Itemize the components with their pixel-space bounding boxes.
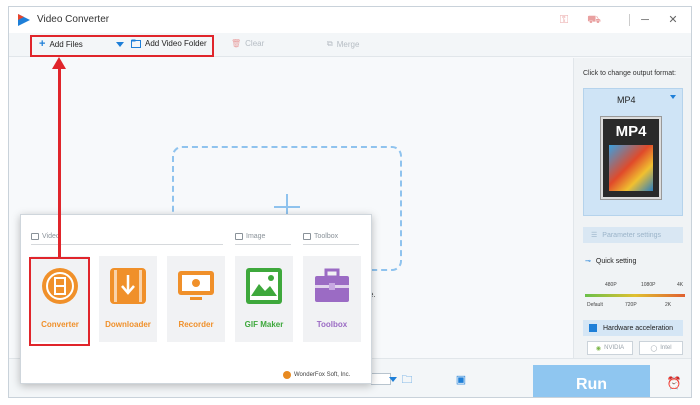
toolbox-tile[interactable]: Toolbox [303,256,361,342]
run-button[interactable]: Run [533,365,650,397]
quality-slider[interactable] [585,294,685,297]
section-toolbox-label: Toolbox [314,233,339,240]
quick-setting-icon: ⊸ [585,258,591,265]
highlight-converter-tile [29,257,90,346]
alarm-clock-icon[interactable]: ⏰ [666,376,682,390]
output-format-name: MP4 [617,95,636,105]
mp4-format-icon: MP4 [601,117,661,199]
recorder-label: Recorder [178,320,214,329]
drop-plus-icon-bar [274,206,300,208]
annotation-arrow [58,66,61,258]
output-folder-dropdown-icon[interactable] [389,377,397,382]
parameter-settings-button[interactable]: ☰ Parameter settings [583,227,683,243]
output-folder-select[interactable] [371,373,391,385]
nvidia-label: NVIDIA [604,345,625,351]
hardware-acceleration-toggle[interactable]: Hardware acceleration [583,320,683,336]
image-section-icon [235,233,243,240]
tick-720p: 720P [625,302,637,308]
section-video: Video [31,233,60,240]
intel-icon: ◯ [650,345,658,352]
toolbox-icon [315,268,349,302]
intel-chip[interactable]: ◯ Intel [639,341,683,355]
vendor-credit-label: WonderFox Soft, Inc. [294,372,351,378]
minimize-icon[interactable]: ─ [637,12,653,28]
gif-maker-tile[interactable]: GIF Maker [235,256,293,342]
section-toolbox: Toolbox [303,233,338,240]
tick-default: Default [587,302,603,308]
gif-maker-label: GIF Maker [244,320,284,329]
quick-setting: ⊸ Quick setting [585,257,637,266]
vendor-credit: WonderFox Soft, Inc. [283,371,350,379]
mp4-icon-text: MP4 [615,123,647,140]
tick-480p: 480P [605,282,617,288]
annotation-arrow-head [52,57,66,69]
trash-icon: 🗑 [231,39,242,48]
merge-button[interactable]: ⧉ Merge [327,39,359,49]
downloader-icon [110,268,146,304]
clear-label: Clear [245,39,265,48]
cart-icon[interactable]: ⛟ [587,13,601,27]
nvidia-chip[interactable]: ◉ NVIDIA [587,341,633,355]
open-folder-icon[interactable]: 🗀 [399,373,415,387]
mp4-film-art [609,145,653,191]
video-section-icon [31,233,39,240]
nvidia-icon: ◉ [595,345,602,352]
merge-label: Merge [336,39,360,49]
app-title: Video Converter [37,14,110,25]
quick-setting-label: Quick setting [595,257,637,265]
section-toolbox-divider [303,244,359,245]
checkbox-icon [589,324,597,332]
toolbox-section-icon [303,233,311,240]
film-folder-icon[interactable]: ▣ [453,373,469,387]
downloader-tile[interactable]: Downloader [99,256,157,342]
parameter-settings-label: Parameter settings [602,231,662,239]
title-bar: Video Converter ⚿ ⛟ ─ ✕ [9,7,691,33]
highlight-add-files-area [30,35,214,57]
close-icon[interactable]: ✕ [665,12,681,28]
tick-2k: 2K [665,302,672,308]
app-logo-icon [18,14,30,26]
wonderfox-logo-icon [283,371,291,379]
tick-4k: 4K [677,282,684,288]
section-image-divider [235,244,291,245]
sliders-icon: ☰ [591,232,598,239]
toolbox-label: Toolbox [316,320,348,329]
tick-1080p: 1080P [641,282,656,288]
gif-maker-icon [246,268,282,304]
recorder-icon [178,271,214,300]
merge-icon: ⧉ [327,39,333,48]
output-format-label: Click to change output format: [583,70,676,77]
hardware-acceleration-label: Hardware acceleration [603,324,674,332]
format-dropdown-icon[interactable] [670,95,676,99]
key-icon[interactable]: ⚿ [557,13,571,27]
title-separator [629,14,630,26]
recorder-tile[interactable]: Recorder [167,256,225,342]
clear-button[interactable]: 🗑 Clear [231,39,264,48]
section-image-label: Image [246,233,266,240]
downloader-label: Downloader [105,320,151,329]
section-image: Image [235,233,265,240]
intel-label: Intel [660,345,672,351]
